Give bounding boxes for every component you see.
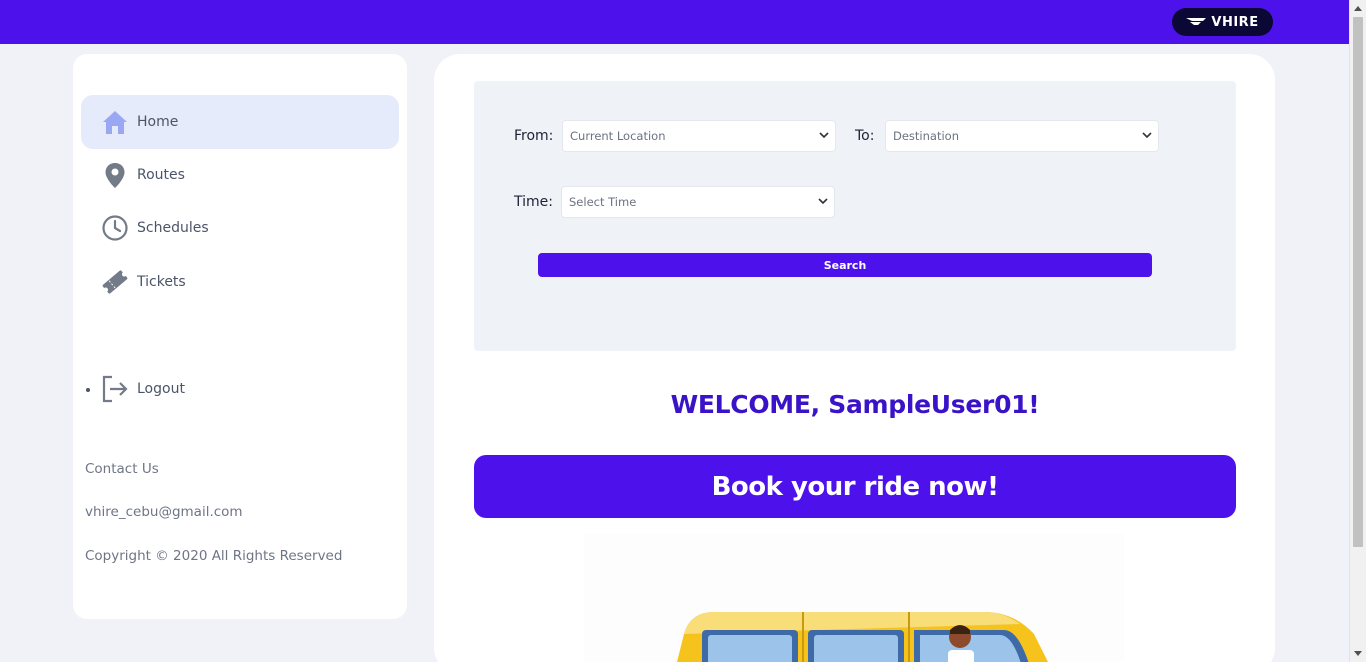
- scroll-down-arrow[interactable]: [1354, 651, 1362, 656]
- logout-icon: [101, 375, 129, 403]
- copyright-text: Copyright © 2020 All Rights Reserved: [85, 548, 343, 564]
- wing-icon: [1186, 18, 1207, 25]
- top-bar: VHIRE: [0, 0, 1366, 44]
- search-panel: From: Current Location To: Destination T…: [474, 81, 1236, 351]
- sidebar-item-routes[interactable]: Routes: [81, 148, 399, 202]
- clock-icon: [101, 214, 129, 242]
- main-content: From: Current Location To: Destination T…: [434, 54, 1275, 662]
- time-select[interactable]: Select Time: [561, 186, 835, 218]
- ticket-icon: [101, 268, 129, 296]
- scroll-up-arrow[interactable]: [1354, 6, 1362, 11]
- logout-button[interactable]: Logout: [81, 362, 399, 416]
- to-label: To:: [855, 128, 875, 144]
- sidebar-item-schedules[interactable]: Schedules: [81, 201, 399, 255]
- search-button[interactable]: Search: [538, 253, 1152, 277]
- chevron-down-icon: [819, 132, 829, 139]
- sidebar-item-label: Schedules: [137, 220, 209, 236]
- contact-email[interactable]: vhire_cebu@gmail.com: [85, 504, 243, 520]
- contact-us-label: Contact Us: [85, 461, 159, 477]
- time-label: Time:: [514, 194, 553, 210]
- sidebar-item-label: Home: [137, 114, 179, 130]
- to-select-value: Destination: [893, 129, 959, 143]
- sidebar-item-label: Tickets: [137, 274, 186, 290]
- from-select[interactable]: Current Location: [562, 120, 836, 152]
- from-select-value: Current Location: [570, 129, 666, 143]
- scrollbar-thumb[interactable]: [1353, 17, 1363, 547]
- to-select[interactable]: Destination: [885, 120, 1159, 152]
- time-select-value: Select Time: [569, 195, 637, 209]
- chevron-down-icon: [1142, 132, 1152, 139]
- page-scrollbar[interactable]: [1349, 0, 1366, 662]
- from-label: From:: [514, 128, 554, 144]
- home-icon: [101, 108, 129, 136]
- van-illustration: [584, 534, 1124, 662]
- welcome-heading: WELCOME, SampleUser01!: [670, 390, 1040, 419]
- sidebar-item-label: Routes: [137, 167, 185, 183]
- sidebar: Home Routes Schedules Tickets Logout Con…: [73, 54, 407, 619]
- sidebar-item-home[interactable]: Home: [81, 95, 399, 149]
- map-pin-icon: [101, 161, 129, 189]
- logo-text: VHIRE: [1211, 14, 1259, 30]
- book-ride-button[interactable]: Book your ride now!: [474, 455, 1236, 518]
- sidebar-item-tickets[interactable]: Tickets: [81, 255, 399, 309]
- logout-label: Logout: [137, 381, 185, 397]
- vhire-logo[interactable]: VHIRE: [1172, 8, 1273, 36]
- chevron-down-icon: [818, 198, 828, 205]
